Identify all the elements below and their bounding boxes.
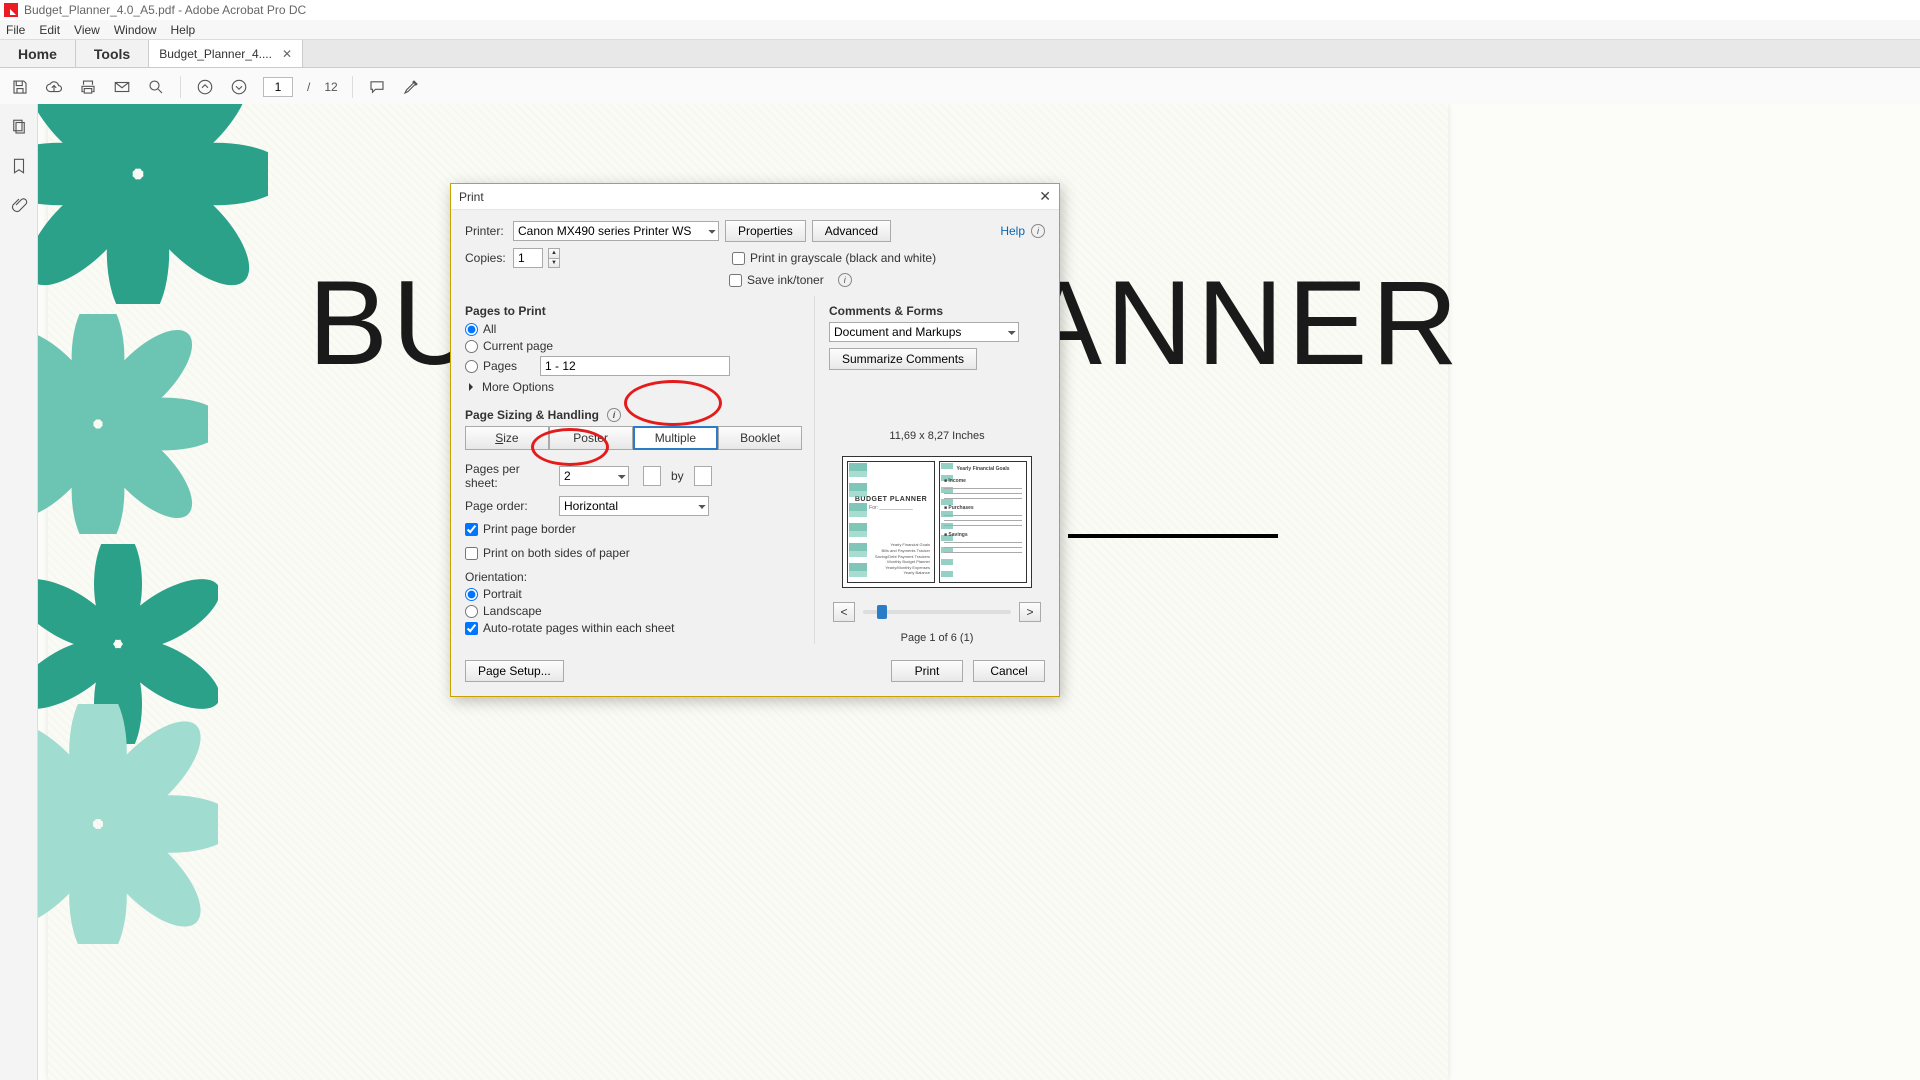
grayscale-check[interactable]: Print in grayscale (black and white)	[732, 251, 936, 265]
flower-decoration	[38, 104, 268, 304]
dialog-title: Print	[459, 190, 484, 204]
separator	[352, 76, 353, 98]
attachment-icon[interactable]	[10, 196, 28, 217]
print-dialog: Print ✕ Printer: Canon MX490 series Prin…	[450, 183, 1060, 697]
highlight-icon[interactable]	[401, 77, 421, 97]
advanced-button[interactable]: Advanced	[812, 220, 891, 242]
mail-icon[interactable]	[112, 77, 132, 97]
pages-range-radio[interactable]: Pages	[465, 356, 802, 376]
tab-document-label: Budget_Planner_4....	[159, 47, 272, 61]
auto-rotate-check[interactable]: Auto-rotate pages within each sheet	[465, 621, 802, 635]
print-preview: BUDGET PLANNER For: ____________ Yearly …	[842, 456, 1032, 588]
pages-all-radio[interactable]: All	[465, 322, 802, 336]
menu-edit[interactable]: Edit	[39, 23, 60, 37]
flower-decoration	[38, 704, 218, 944]
pages-range-input[interactable]	[540, 356, 730, 376]
separator	[180, 76, 181, 98]
close-icon[interactable]: ✕	[1039, 188, 1051, 205]
by-label: by	[671, 469, 684, 483]
preview-prev-button[interactable]: <	[833, 602, 855, 622]
window-title: Budget_Planner_4.0_A5.pdf - Adobe Acroba…	[24, 3, 306, 17]
orient-landscape-radio[interactable]: Landscape	[465, 604, 802, 618]
page-up-icon[interactable]	[195, 77, 215, 97]
pages-current-radio[interactable]: Current page	[465, 339, 802, 353]
menu-help[interactable]: Help	[171, 23, 196, 37]
seg-booklet[interactable]: Booklet	[718, 426, 802, 450]
comment-icon[interactable]	[367, 77, 387, 97]
info-icon[interactable]: i	[607, 408, 621, 422]
printer-label: Printer:	[465, 224, 507, 238]
title-underline	[1068, 534, 1278, 538]
properties-button[interactable]: Properties	[725, 220, 806, 242]
thumbnails-icon[interactable]	[10, 118, 28, 139]
print-border-check[interactable]: Print page border	[465, 522, 802, 536]
page-number-input[interactable]	[263, 77, 293, 97]
cancel-button[interactable]: Cancel	[973, 660, 1045, 682]
pages-per-sheet-label: Pages per sheet:	[465, 462, 553, 490]
orientation-label: Orientation:	[465, 570, 802, 584]
print-icon[interactable]	[78, 77, 98, 97]
printer-select[interactable]: Canon MX490 series Printer WS	[513, 221, 719, 241]
preview-slider[interactable]	[863, 610, 1011, 614]
app-icon	[4, 3, 18, 17]
close-icon[interactable]: ✕	[282, 47, 292, 61]
pages-per-sheet-select[interactable]: 2	[559, 466, 629, 486]
search-icon[interactable]	[146, 77, 166, 97]
page-separator-label: /	[307, 80, 310, 94]
menu-window[interactable]: Window	[114, 23, 157, 37]
both-sides-check[interactable]: Print on both sides of paper	[465, 546, 802, 560]
seg-size[interactable]: Size	[465, 426, 549, 450]
page-order-select[interactable]: Horizontal	[559, 496, 709, 516]
seg-multiple[interactable]: Multiple	[633, 426, 719, 450]
pages-to-print-heading: Pages to Print	[465, 304, 802, 318]
more-options-toggle[interactable]: More Options	[469, 380, 802, 394]
tab-document[interactable]: Budget_Planner_4.... ✕	[149, 40, 303, 67]
menu-bar: File Edit View Window Help	[0, 20, 1920, 40]
page-down-icon[interactable]	[229, 77, 249, 97]
page-order-label: Page order:	[465, 499, 553, 513]
info-icon[interactable]: i	[1031, 224, 1045, 238]
copies-spinner[interactable]: ▲▼	[548, 248, 560, 268]
cloud-icon[interactable]	[44, 77, 64, 97]
tab-tools[interactable]: Tools	[76, 40, 149, 67]
info-icon[interactable]: i	[838, 273, 852, 287]
save-icon[interactable]	[10, 77, 30, 97]
preview-dimensions: 11,69 x 8,27 Inches	[829, 430, 1045, 442]
copies-label: Copies:	[465, 251, 507, 265]
page-total-label: 12	[324, 80, 337, 94]
comments-forms-heading: Comments & Forms	[829, 304, 1045, 318]
help-link[interactable]: Help	[1000, 224, 1025, 238]
tab-home[interactable]: Home	[0, 40, 76, 67]
menu-file[interactable]: File	[6, 23, 25, 37]
flower-decoration	[38, 314, 208, 534]
page-sizing-heading: Page Sizing & Handling	[465, 408, 599, 422]
pps-cols-input[interactable]	[643, 466, 661, 486]
bookmark-icon[interactable]	[10, 157, 28, 178]
saveink-check[interactable]: Save ink/toner	[729, 273, 824, 287]
summarize-button[interactable]: Summarize Comments	[829, 348, 977, 370]
preview-page-label: Page 1 of 6 (1)	[829, 632, 1045, 644]
preview-next-button[interactable]: >	[1019, 602, 1041, 622]
copies-input[interactable]	[513, 248, 543, 268]
page-setup-button[interactable]: Page Setup...	[465, 660, 564, 682]
orient-portrait-radio[interactable]: Portrait	[465, 587, 802, 601]
print-button[interactable]: Print	[891, 660, 963, 682]
pps-rows-input[interactable]	[694, 466, 712, 486]
menu-view[interactable]: View	[74, 23, 100, 37]
seg-poster[interactable]: Poster	[549, 426, 633, 450]
comments-forms-select[interactable]: Document and Markups	[829, 322, 1019, 342]
